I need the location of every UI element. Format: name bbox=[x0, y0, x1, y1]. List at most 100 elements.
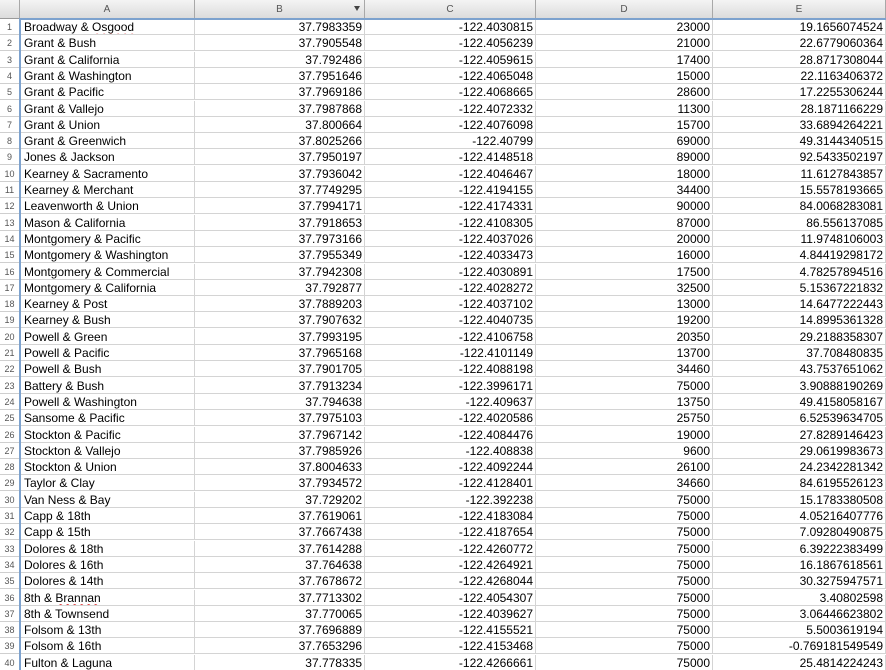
cell-a[interactable]: Grant & Greenwich bbox=[20, 133, 195, 150]
cell-a[interactable]: Jones & Jackson bbox=[20, 149, 195, 166]
cell-d[interactable]: 89000 bbox=[536, 149, 713, 166]
cell-a[interactable]: Powell & Pacific bbox=[20, 345, 195, 361]
cell-e[interactable]: 19.1656074524 bbox=[713, 19, 886, 35]
cell-d[interactable]: 26100 bbox=[536, 459, 713, 476]
cell-b[interactable]: 37.7994171 bbox=[195, 198, 365, 215]
cell-c[interactable]: -122.4174331 bbox=[365, 198, 536, 215]
cell-d[interactable]: 75000 bbox=[536, 540, 713, 557]
cell-a[interactable]: Broadway & Osgood bbox=[20, 19, 195, 35]
cell-a[interactable]: Grant & Bush bbox=[20, 35, 195, 52]
cell-b[interactable]: 37.8004633 bbox=[195, 459, 365, 476]
cell-b[interactable]: 37.7942308 bbox=[195, 263, 365, 280]
cell-a[interactable]: Fulton & Laguna bbox=[20, 654, 195, 670]
cell-c[interactable]: -122.4059615 bbox=[365, 51, 536, 68]
cell-e[interactable]: 43.7537651062 bbox=[713, 361, 886, 378]
cell-c[interactable]: -122.4072332 bbox=[365, 100, 536, 117]
cell-d[interactable]: 16000 bbox=[536, 247, 713, 264]
cell-b[interactable]: 37.7969186 bbox=[195, 84, 365, 101]
cell-e[interactable]: 24.2342281342 bbox=[713, 459, 886, 476]
cell-d[interactable]: 19000 bbox=[536, 426, 713, 443]
cell-e[interactable]: 4.05216407776 bbox=[713, 508, 886, 524]
cell-e[interactable]: 92.5433502197 bbox=[713, 149, 886, 166]
cell-c[interactable]: -122.4054307 bbox=[365, 589, 536, 606]
cell-c[interactable]: -122.40799 bbox=[365, 133, 536, 150]
cell-e[interactable]: 27.8289146423 bbox=[713, 426, 886, 443]
cell-e[interactable]: 17.2255306244 bbox=[713, 84, 886, 101]
cell-c[interactable]: -122.4108305 bbox=[365, 214, 536, 231]
column-header-d[interactable]: D bbox=[536, 0, 713, 18]
cell-d[interactable]: 20000 bbox=[536, 230, 713, 247]
cell-a[interactable]: Kearney & Merchant bbox=[20, 182, 195, 198]
cell-c[interactable]: -122.4088198 bbox=[365, 361, 536, 378]
cell-e[interactable]: 6.52539634705 bbox=[713, 410, 886, 427]
cell-a[interactable]: Dolores & 18th bbox=[20, 540, 195, 557]
cell-d[interactable]: 19200 bbox=[536, 312, 713, 329]
cell-c[interactable]: -122.4268044 bbox=[365, 573, 536, 590]
cell-a[interactable]: Montgomery & California bbox=[20, 279, 195, 296]
cell-d[interactable]: 75000 bbox=[536, 589, 713, 606]
cell-c[interactable]: -122.408838 bbox=[365, 442, 536, 459]
column-header-c[interactable]: C bbox=[365, 0, 536, 18]
cell-a[interactable]: Stockton & Vallejo bbox=[20, 442, 195, 459]
cell-a[interactable]: Montgomery & Commercial bbox=[20, 263, 195, 280]
cell-a[interactable]: Dolores & 14th bbox=[20, 573, 195, 590]
cell-b[interactable]: 37.7918653 bbox=[195, 214, 365, 231]
cell-c[interactable]: -122.4092244 bbox=[365, 459, 536, 476]
cell-c[interactable]: -122.4056239 bbox=[365, 35, 536, 52]
cell-d[interactable]: 32500 bbox=[536, 279, 713, 296]
cell-b[interactable]: 37.7951646 bbox=[195, 67, 365, 84]
cell-d[interactable]: 75000 bbox=[536, 524, 713, 541]
cell-e[interactable]: 30.3275947571 bbox=[713, 573, 886, 590]
cell-d[interactable]: 23000 bbox=[536, 19, 713, 35]
cell-e[interactable]: 37.708480835 bbox=[713, 345, 886, 361]
cell-d[interactable]: 75000 bbox=[536, 508, 713, 524]
cell-d[interactable]: 17400 bbox=[536, 51, 713, 68]
cell-e[interactable]: 3.06446623802 bbox=[713, 605, 886, 622]
cell-d[interactable]: 34400 bbox=[536, 182, 713, 198]
row-number[interactable]: 34 bbox=[0, 557, 19, 573]
row-number[interactable]: 6 bbox=[0, 101, 19, 117]
cell-a[interactable]: Powell & Green bbox=[20, 328, 195, 345]
cell-b[interactable]: 37.7983359 bbox=[195, 19, 365, 35]
cell-d[interactable]: 34460 bbox=[536, 361, 713, 378]
cell-b[interactable]: 37.7936042 bbox=[195, 165, 365, 182]
row-number[interactable]: 39 bbox=[0, 638, 19, 655]
cell-d[interactable]: 20350 bbox=[536, 328, 713, 345]
cell-b[interactable]: 37.7985926 bbox=[195, 442, 365, 459]
cell-c[interactable]: -122.4076098 bbox=[365, 116, 536, 133]
row-number[interactable]: 9 bbox=[0, 149, 19, 166]
row-number[interactable]: 5 bbox=[0, 84, 19, 101]
row-number[interactable]: 36 bbox=[0, 590, 19, 606]
cell-e[interactable]: 5.15367221832 bbox=[713, 279, 886, 296]
cell-c[interactable]: -122.4187654 bbox=[365, 524, 536, 541]
cell-b[interactable]: 37.7975103 bbox=[195, 410, 365, 427]
cell-d[interactable]: 90000 bbox=[536, 198, 713, 215]
cell-c[interactable]: -122.409637 bbox=[365, 393, 536, 410]
cell-a[interactable]: Mason & California bbox=[20, 214, 195, 231]
row-number[interactable]: 8 bbox=[0, 133, 19, 150]
cell-a[interactable]: Grant & California bbox=[20, 51, 195, 68]
cell-b[interactable]: 37.7713302 bbox=[195, 589, 365, 606]
row-number[interactable]: 3 bbox=[0, 52, 19, 68]
cell-b[interactable]: 37.792877 bbox=[195, 279, 365, 296]
cell-d[interactable]: 69000 bbox=[536, 133, 713, 150]
row-number[interactable]: 29 bbox=[0, 475, 19, 492]
cell-c[interactable]: -122.4039627 bbox=[365, 605, 536, 622]
cell-e[interactable]: 33.6894264221 bbox=[713, 116, 886, 133]
cell-c[interactable]: -122.4033473 bbox=[365, 247, 536, 264]
cell-e[interactable]: 16.1867618561 bbox=[713, 556, 886, 573]
cell-e[interactable]: 49.4158058167 bbox=[713, 393, 886, 410]
cell-a[interactable]: Van Ness & Bay bbox=[20, 491, 195, 508]
cell-e[interactable]: 29.2188358307 bbox=[713, 328, 886, 345]
cell-b[interactable]: 37.764638 bbox=[195, 556, 365, 573]
cell-a[interactable]: Montgomery & Washington bbox=[20, 247, 195, 264]
cell-a[interactable]: 8th & Brannan bbox=[20, 589, 195, 606]
row-number[interactable]: 27 bbox=[0, 443, 19, 459]
cell-b[interactable]: 37.778335 bbox=[195, 654, 365, 670]
cell-d[interactable]: 9600 bbox=[536, 442, 713, 459]
cell-b[interactable]: 37.7905548 bbox=[195, 35, 365, 52]
cell-e[interactable]: 14.8995361328 bbox=[713, 312, 886, 329]
cell-b[interactable]: 37.7696889 bbox=[195, 622, 365, 639]
cell-d[interactable]: 75000 bbox=[536, 573, 713, 590]
cell-b[interactable]: 37.7907632 bbox=[195, 312, 365, 329]
